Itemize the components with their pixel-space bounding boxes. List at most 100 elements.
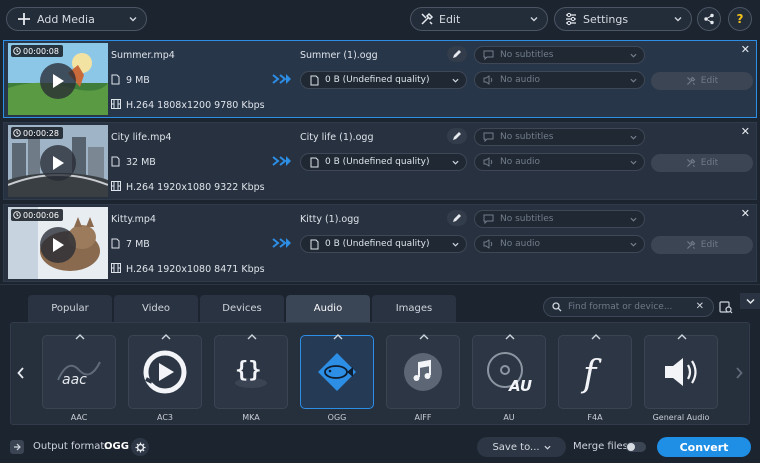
output-filename[interactable]: City life (1).ogg (300, 132, 373, 143)
output-settings-button[interactable] (131, 438, 149, 456)
help-button[interactable]: ? (728, 7, 752, 31)
svg-text:aac: aac (62, 372, 87, 388)
tab-video[interactable]: Video (114, 295, 198, 322)
speech-bubble-icon (483, 214, 494, 224)
tab-images[interactable]: Images (372, 295, 456, 322)
top-toolbar: Add Media Edit Settings ? (0, 0, 760, 38)
audio-select[interactable]: No audio (474, 235, 645, 253)
scroll-right-icon[interactable] (735, 367, 743, 379)
speaker-icon (483, 157, 493, 167)
share-icon (703, 13, 715, 25)
row-edit-button[interactable]: Edit (651, 236, 753, 254)
source-size: 7 MB (126, 239, 150, 250)
edit-label: Edit (700, 76, 719, 86)
format-f4a[interactable]: f (558, 334, 632, 409)
audio-label: No audio (500, 239, 541, 249)
chevron-down-icon (630, 241, 637, 248)
format-aiff[interactable] (386, 334, 460, 409)
source-codec: H.264 1920x1080 8471 Kbps (126, 264, 265, 275)
subtitles-select[interactable]: No subtitles (474, 46, 645, 64)
format-tabs: Popular Video Devices Audio Images (28, 295, 456, 322)
remove-row-icon[interactable]: ✕ (741, 207, 750, 220)
tab-audio[interactable]: Audio (286, 295, 370, 322)
output-quality-select[interactable]: 0 B (Undefined quality) (300, 153, 467, 171)
save-to-button[interactable]: Save to... (477, 437, 566, 457)
plus-icon (17, 12, 31, 26)
rename-button[interactable] (447, 46, 467, 62)
output-quality-select[interactable]: 0 B (Undefined quality) (300, 71, 467, 89)
video-thumbnail[interactable]: 00:00:08 (8, 43, 108, 115)
convert-arrows-icon (272, 73, 292, 85)
remove-row-icon[interactable]: ✕ (741, 125, 750, 138)
output-quality-select[interactable]: 0 B (Undefined quality) (300, 235, 467, 253)
audio-select[interactable]: No audio (474, 71, 645, 89)
format-au[interactable]: AU (472, 334, 546, 409)
flash-icon: f (580, 354, 602, 394)
rename-button[interactable] (447, 128, 467, 144)
format-label-mka: MKA (242, 413, 260, 422)
device-detect-icon[interactable] (719, 300, 733, 314)
format-label-aiff: AIFF (414, 413, 432, 422)
add-media-label: Add Media (37, 13, 95, 26)
output-filename[interactable]: Kitty (1).ogg (300, 214, 359, 225)
tab-popular[interactable]: Popular (28, 295, 112, 322)
play-button[interactable] (40, 145, 76, 181)
output-filename[interactable]: Summer (1).ogg (300, 50, 378, 61)
chevron-down-icon (530, 15, 538, 23)
format-label-ogg: OGG (327, 413, 347, 422)
convert-arrows-icon (272, 237, 292, 249)
collapse-panel-icon[interactable] (740, 293, 760, 309)
play-button[interactable] (40, 63, 76, 99)
audio-select[interactable]: No audio (474, 153, 645, 171)
format-ogg[interactable] (300, 334, 374, 409)
audio-label: No audio (500, 75, 541, 85)
chevron-down-icon (630, 159, 637, 166)
rename-button[interactable] (447, 210, 467, 226)
sliders-icon (564, 12, 578, 26)
chevron-down-icon (129, 15, 137, 23)
aac-icon: aac (57, 361, 101, 388)
source-filename: Kitty.mp4 (111, 214, 156, 225)
scroll-left-icon[interactable] (17, 367, 25, 379)
format-label-f4a: F4A (587, 413, 603, 422)
media-row[interactable]: 00:00:28 City life.mp4 32 MB H.264 1920x… (3, 122, 757, 200)
format-ac3[interactable] (128, 334, 202, 409)
ac3-icon (143, 350, 187, 394)
play-button[interactable] (40, 227, 76, 263)
subtitles-select[interactable]: No subtitles (474, 128, 645, 146)
chevron-down-icon (630, 52, 637, 59)
video-thumbnail[interactable]: 00:00:28 (8, 125, 108, 197)
edit-label: Edit (700, 240, 719, 250)
output-size-label: 0 B (Undefined quality) (325, 157, 430, 167)
file-icon (310, 157, 319, 167)
format-aac[interactable]: aac (42, 334, 116, 409)
clear-search-icon[interactable]: ✕ (696, 301, 704, 312)
tools-icon (420, 12, 434, 26)
gear-icon (134, 441, 146, 453)
source-size: 9 MB (126, 75, 150, 86)
duration-text: 00:00:06 (23, 210, 59, 220)
chevron-down-icon (674, 15, 682, 23)
format-search-input[interactable]: Find format or device... ✕ (543, 297, 714, 317)
chevron-down-icon (630, 77, 637, 84)
row-edit-button[interactable]: Edit (651, 154, 753, 172)
settings-dropdown[interactable]: Settings (554, 7, 692, 31)
remove-row-icon[interactable]: ✕ (741, 43, 750, 56)
row-edit-button[interactable]: Edit (651, 72, 753, 90)
format-general-audio[interactable] (644, 334, 718, 409)
pencil-icon (453, 214, 461, 222)
merge-files-toggle[interactable] (626, 442, 646, 452)
chevron-up-icon (161, 334, 171, 340)
share-button[interactable] (697, 7, 721, 31)
tab-devices[interactable]: Devices (200, 295, 284, 322)
speaker-icon (665, 358, 697, 386)
edit-dropdown[interactable]: Edit (410, 7, 548, 31)
subtitles-select[interactable]: No subtitles (474, 210, 645, 228)
convert-button[interactable]: Convert (657, 437, 751, 457)
format-mka[interactable]: {} (214, 334, 288, 409)
media-row[interactable]: 00:00:06 Kitty.mp4 7 MB H.264 1920x1080 … (3, 204, 757, 282)
add-media-button[interactable]: Add Media (6, 7, 147, 31)
video-thumbnail[interactable]: 00:00:06 (8, 207, 108, 279)
svg-text:f: f (580, 354, 602, 394)
media-row[interactable]: 00:00:08 Summer.mp4 9 MB H.264 1808x1200… (3, 40, 757, 118)
